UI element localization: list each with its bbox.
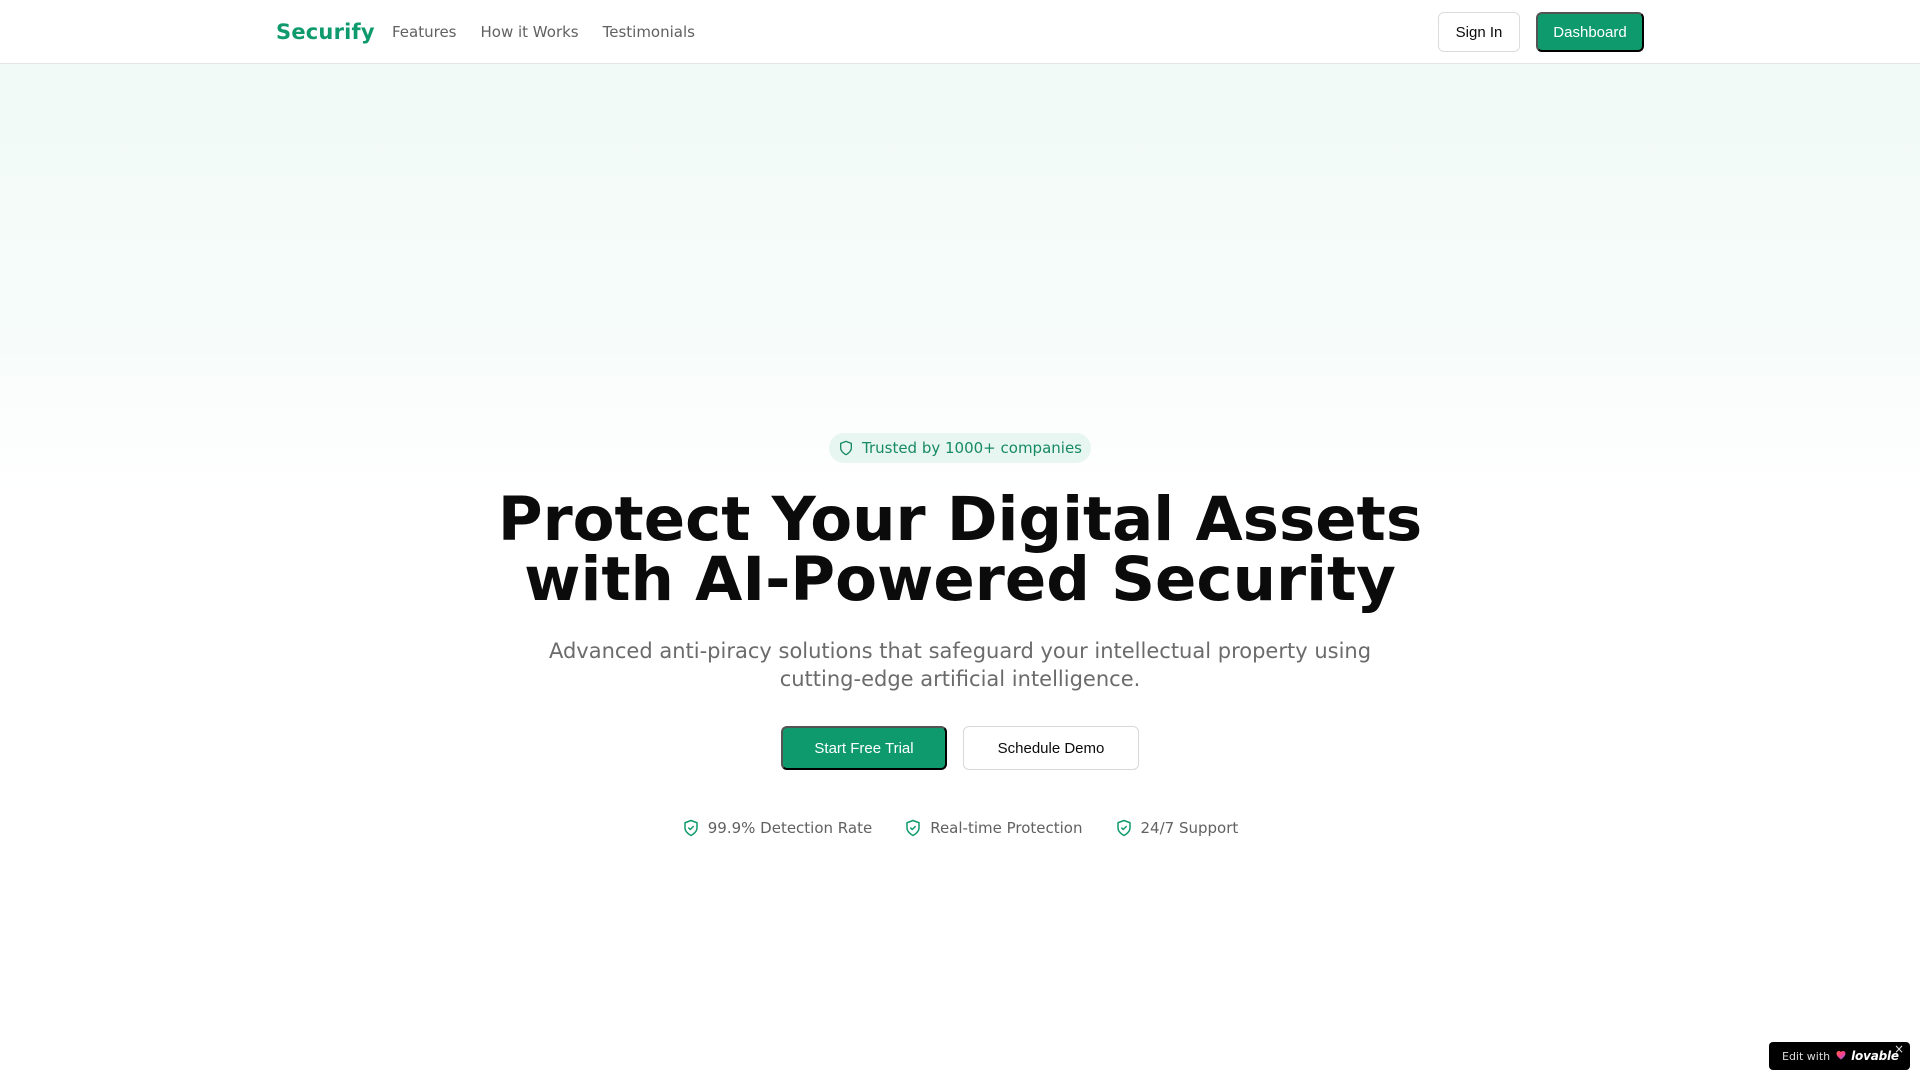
schedule-demo-button[interactable]: Schedule Demo <box>963 726 1139 770</box>
hero-subtitle: Advanced anti-piracy solutions that safe… <box>548 639 1372 691</box>
close-icon[interactable]: × <box>1894 1043 1904 1055</box>
trusted-badge-text: Trusted by 1000+ companies <box>862 439 1082 457</box>
feature-detection-rate: 99.9% Detection Rate <box>682 817 872 839</box>
feature-real-time-protection: Real-time Protection <box>904 817 1083 839</box>
feature-label: 24/7 Support <box>1140 819 1239 837</box>
nav-link-testimonials[interactable]: Testimonials <box>603 21 695 43</box>
hero-title: Protect Your Digital Assets with AI-Powe… <box>460 484 1460 615</box>
lovable-badge-prefix: Edit with <box>1782 1049 1831 1063</box>
sign-in-button[interactable]: Sign In <box>1438 12 1520 52</box>
primary-nav: Features How it Works Testimonials <box>392 21 719 43</box>
top-navbar: Securify Features How it Works Testimoni… <box>0 0 1920 64</box>
shield-icon <box>838 440 854 456</box>
feature-label: Real-time Protection <box>930 819 1083 837</box>
trusted-badge: Trusted by 1000+ companies <box>829 433 1091 463</box>
heart-icon <box>1835 1049 1847 1063</box>
hero-title-line-1: Protect Your Digital Assets <box>497 484 1423 555</box>
dashboard-button[interactable]: Dashboard <box>1536 12 1644 52</box>
feature-highlights: 99.9% Detection Rate Real-time Protectio… <box>0 816 1920 840</box>
hero-title-line-2: with AI-Powered Security <box>524 544 1396 615</box>
shield-check-icon <box>904 819 922 837</box>
shield-check-icon <box>1115 819 1133 837</box>
landing-page: Securify Features How it Works Testimoni… <box>0 0 1920 1080</box>
feature-support: 24/7 Support <box>1115 817 1239 839</box>
brand-logo[interactable]: Securify <box>276 18 375 46</box>
edit-with-lovable-badge[interactable]: Edit with lovable × <box>1769 1042 1910 1070</box>
feature-label: 99.9% Detection Rate <box>707 819 873 837</box>
start-free-trial-button[interactable]: Start Free Trial <box>781 726 947 770</box>
nav-link-how-it-works[interactable]: How it Works <box>481 21 579 43</box>
shield-check-icon <box>682 819 700 837</box>
lovable-brand: lovable <box>1851 1049 1899 1063</box>
nav-link-features[interactable]: Features <box>392 21 457 43</box>
